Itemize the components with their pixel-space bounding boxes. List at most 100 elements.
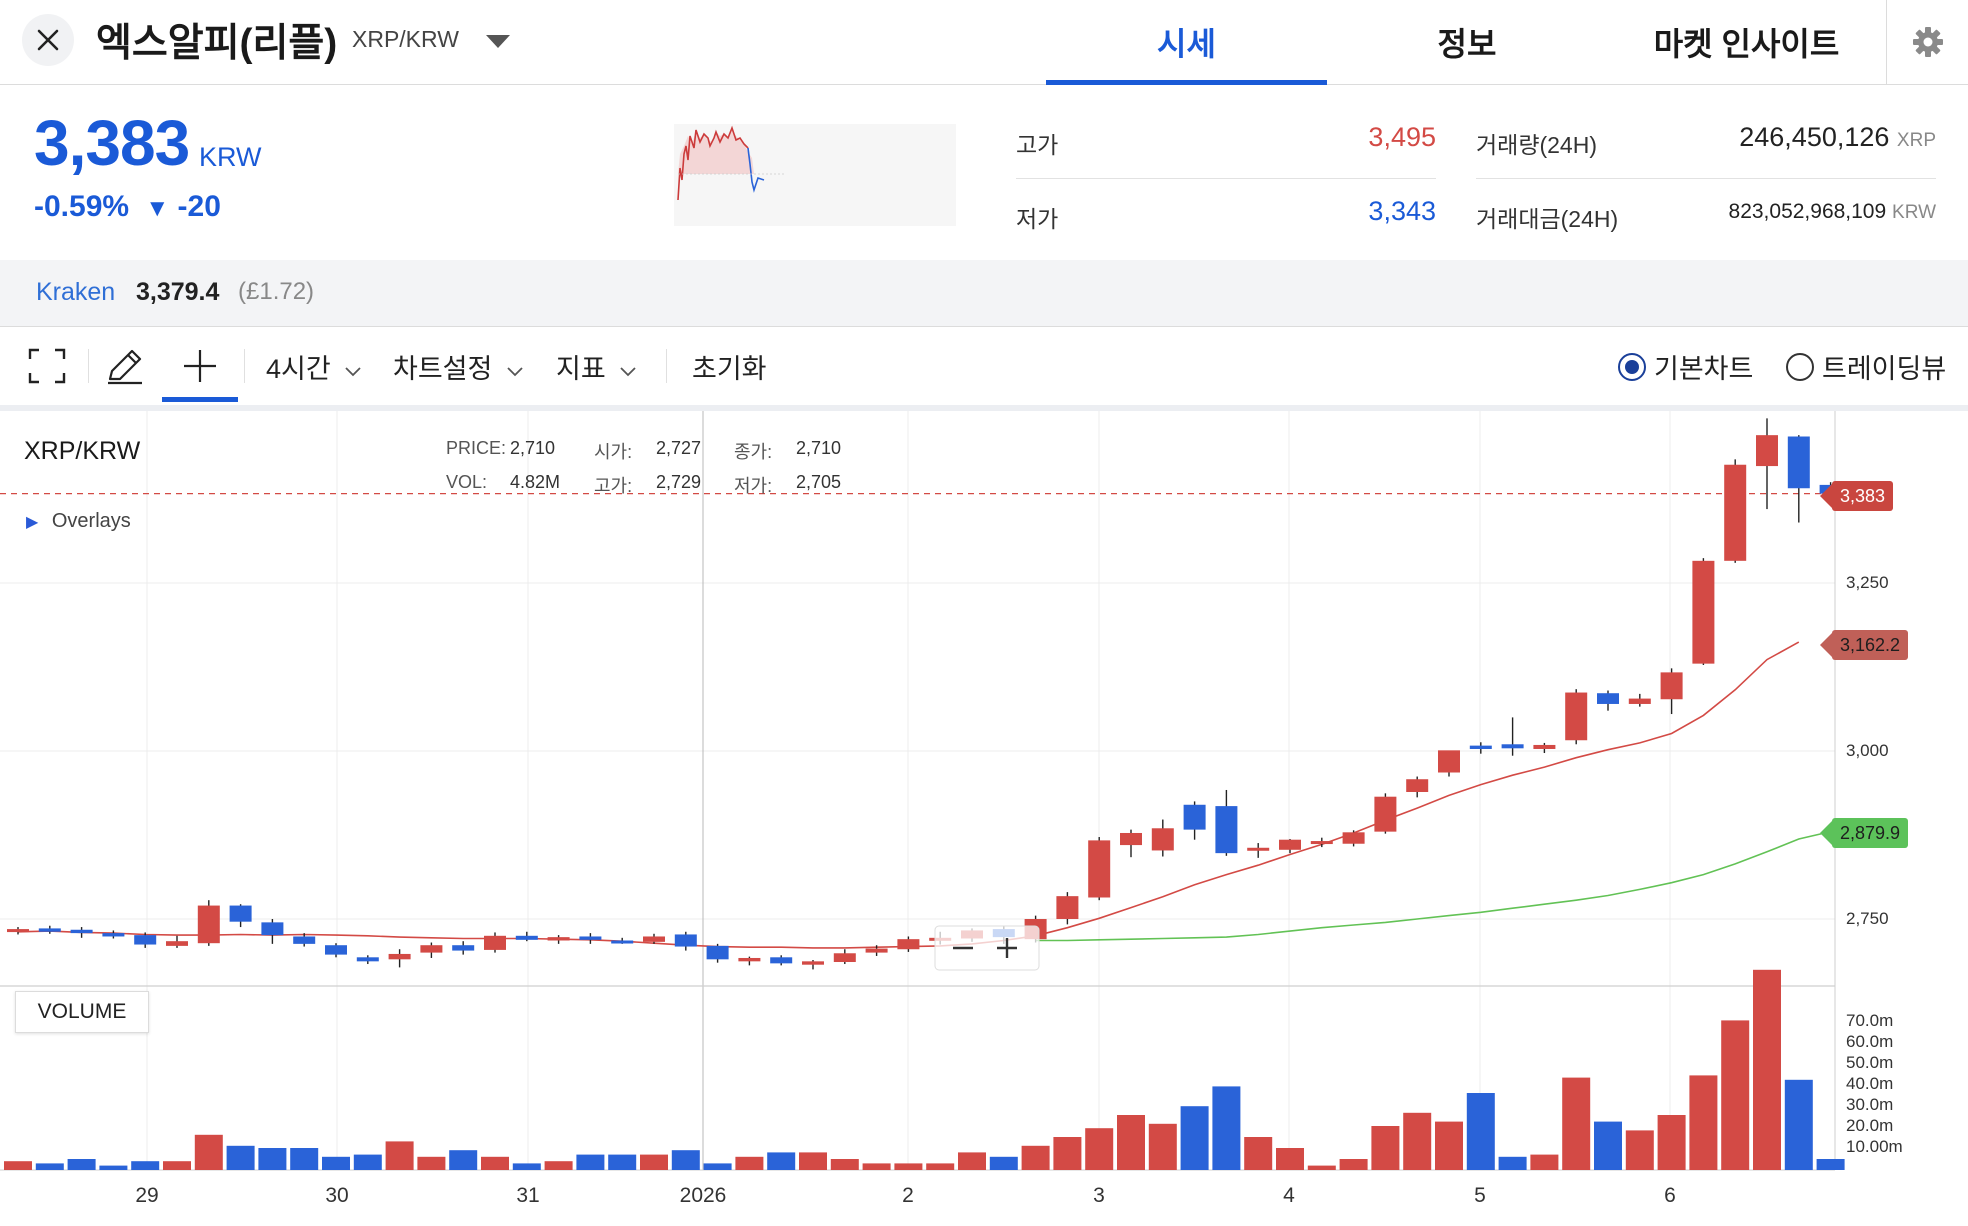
chart-settings-label: 차트설정: [393, 354, 493, 384]
candle-body: [1056, 896, 1079, 919]
coin-name: 엑스알피(리플): [96, 22, 338, 65]
candle-body: [1406, 779, 1429, 792]
reset-button[interactable]: 초기화: [692, 347, 767, 386]
chevron-down-icon: [507, 367, 523, 377]
volume-bar: [958, 1152, 986, 1170]
volume-bar: [226, 1145, 255, 1170]
y-tick-label: 3,000: [1846, 741, 1889, 760]
volume-bar: [1689, 1075, 1718, 1170]
fullscreen-button[interactable]: [22, 343, 72, 389]
candle-body: [1660, 672, 1683, 700]
volume-bar: [322, 1156, 350, 1170]
settings-button[interactable]: [1886, 0, 1968, 84]
candle-body: [102, 933, 125, 937]
legend-open-key: 시가:: [594, 442, 633, 462]
volume-bar: [1435, 1121, 1463, 1170]
interval-dropdown[interactable]: 4시간: [266, 347, 362, 386]
exchange-price: 3,379.4: [136, 278, 220, 306]
volume-bar: [862, 1163, 891, 1170]
volume-tick-label: 40.0m: [1846, 1074, 1894, 1093]
app-header: 엑스알피(리플) XRP/KRW 시세 정보 마켓 인사이트: [0, 0, 1968, 85]
y-tick-label: 3,250: [1846, 573, 1889, 592]
high-label: 고가: [1016, 132, 1059, 158]
radio-basic-chart[interactable]: 기본차트: [1618, 347, 1753, 386]
volume-bar: [608, 1154, 637, 1170]
candle-body: [865, 948, 888, 953]
x-tick-label: 3: [1093, 1184, 1105, 1207]
volume-bar: [830, 1159, 859, 1170]
legend-vol-value: 4.82M: [510, 472, 561, 492]
candle-body: [1438, 750, 1460, 773]
tab-price[interactable]: 시세: [1046, 0, 1327, 84]
candle-body: [770, 957, 793, 964]
candle-body: [484, 935, 506, 950]
volume-bar: [1085, 1128, 1114, 1170]
radio-selected-icon: [1618, 352, 1646, 381]
volume-bar: [67, 1159, 96, 1170]
volume-bar: [640, 1154, 668, 1170]
volume-bar: [1466, 1093, 1495, 1170]
candle-body: [7, 929, 29, 933]
close-button[interactable]: [22, 14, 74, 66]
x-tick-label: 31: [516, 1184, 540, 1207]
change-amount: -20: [177, 190, 221, 223]
candle-body: [261, 922, 284, 936]
candle-body: [1215, 806, 1238, 854]
ma-short-tag: 3,162.2: [1819, 630, 1909, 660]
candle-body: [293, 936, 316, 944]
crosshair-button[interactable]: [175, 343, 225, 389]
candle-body: [1279, 839, 1301, 850]
interval-label: 4시간: [266, 354, 331, 384]
volume-bar: [512, 1163, 541, 1170]
volume-bar: [989, 1156, 1018, 1170]
candle-body: [515, 935, 538, 940]
volume-bar: [1371, 1126, 1400, 1170]
tab-info[interactable]: 정보: [1327, 0, 1607, 84]
candle-body: [1756, 435, 1778, 467]
price-chart[interactable]: [0, 411, 1968, 1226]
candle-body: [1374, 796, 1397, 832]
price-change: -0.59% ▼ -20: [34, 190, 221, 224]
coin-pair: XRP/KRW: [352, 26, 459, 52]
candle-body: [1787, 436, 1810, 489]
volume-bar: [926, 1163, 955, 1170]
overlays-toggle[interactable]: ▶ Overlays: [26, 510, 131, 533]
indicators-label: 지표: [556, 354, 606, 384]
legend-high-key: 고가:: [594, 476, 633, 496]
legend-low-key: 저가:: [734, 476, 773, 496]
volume-tick-label: 10.00m: [1846, 1137, 1903, 1156]
volume-bar: [417, 1156, 446, 1170]
volume-bar: [1562, 1077, 1591, 1170]
volume-bar: [1816, 1159, 1845, 1170]
volume-tick-label: 50.0m: [1846, 1053, 1894, 1072]
volume-bar: [703, 1163, 732, 1170]
candle-body: [1533, 744, 1556, 749]
volume-bar: [481, 1156, 509, 1170]
volume-bar: [576, 1154, 605, 1170]
chevron-down-icon: [486, 35, 510, 48]
candle-body: [1628, 698, 1651, 704]
radio-unselected-icon: [1786, 352, 1814, 381]
volume-bar: [671, 1150, 700, 1170]
chart-settings-dropdown[interactable]: 차트설정: [393, 347, 524, 386]
fullscreen-icon: [28, 348, 66, 384]
candle-body: [420, 945, 443, 953]
pair-dropdown-button[interactable]: [484, 32, 512, 55]
tab-market-insight[interactable]: 마켓 인사이트: [1607, 0, 1886, 84]
volume-bar: [1276, 1148, 1304, 1170]
volume-bar: [1180, 1106, 1209, 1170]
radio-tradingview[interactable]: 트레이딩뷰: [1786, 347, 1946, 386]
active-tool-indicator: [162, 397, 238, 402]
candle-body: [452, 945, 475, 951]
indicators-dropdown[interactable]: 지표: [556, 347, 637, 386]
candle-body: [1120, 832, 1142, 846]
draw-button[interactable]: [99, 343, 149, 389]
exchange-name-link[interactable]: Kraken: [36, 278, 115, 307]
candle-body: [611, 940, 634, 944]
candle-body: [897, 939, 920, 950]
volume-bar: [35, 1163, 64, 1170]
candle-body: [1247, 847, 1270, 851]
radio-tradingview-label: 트레이딩뷰: [1822, 354, 1947, 384]
volume-bar: [1053, 1137, 1082, 1170]
volume-bar: [1021, 1145, 1050, 1170]
